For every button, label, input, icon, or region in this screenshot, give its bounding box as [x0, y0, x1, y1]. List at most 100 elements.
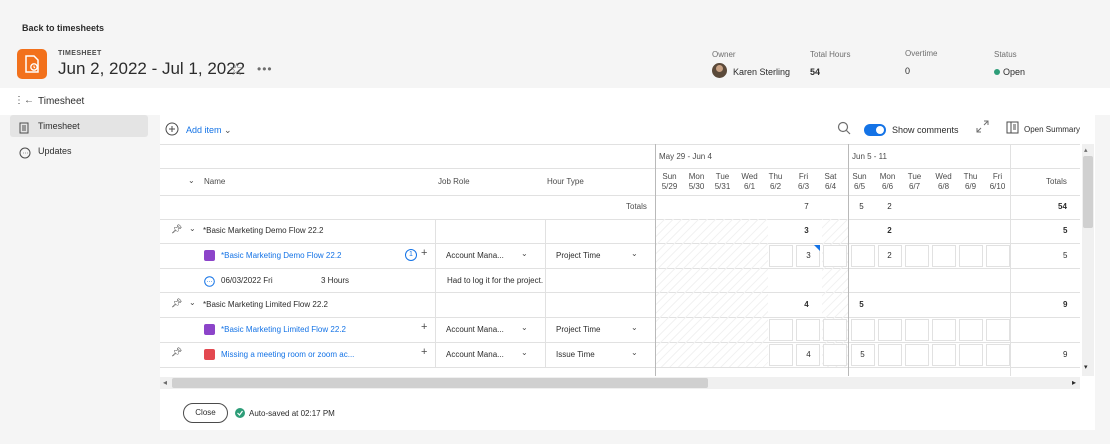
hour-input[interactable]: [932, 245, 956, 267]
comment-text: Had to log it for the project.: [447, 276, 544, 285]
day-header: Tue 5/31: [714, 172, 731, 191]
divider: [160, 195, 1080, 196]
hour-input[interactable]: [769, 344, 793, 366]
status-dot-icon: [994, 69, 1000, 75]
hour-input[interactable]: [932, 344, 956, 366]
pin-icon[interactable]: 📌︎: [171, 224, 182, 235]
overtime-label: Overtime: [905, 49, 938, 58]
grand-total: 54: [1058, 202, 1067, 211]
hour-input[interactable]: [905, 245, 929, 267]
hour-input[interactable]: [878, 319, 902, 341]
column-header-job-role[interactable]: Job Role: [438, 177, 470, 186]
hour-input[interactable]: [796, 319, 820, 341]
group-total: 5: [1063, 226, 1068, 235]
pin-icon[interactable]: 📌︎: [171, 347, 182, 358]
chevron-down-icon[interactable]: ⌄: [521, 249, 528, 258]
hour-input[interactable]: [905, 344, 929, 366]
comment-date: 06/03/2022 Fri: [221, 276, 273, 285]
chevron-down-icon[interactable]: ⌄: [631, 323, 638, 332]
more-icon[interactable]: •••: [257, 62, 273, 76]
sidebar-item-label: Updates: [38, 146, 72, 156]
day-header: Thu 6/2: [768, 172, 783, 191]
add-hours-icon[interactable]: +: [421, 321, 427, 333]
vertical-scrollbar-thumb[interactable]: [1083, 156, 1093, 228]
sidebar-item-timesheet[interactable]: Timesheet: [10, 115, 148, 137]
past-days-shading: [656, 219, 768, 367]
column-header-totals: Totals: [1046, 177, 1067, 186]
close-button[interactable]: Close: [183, 403, 228, 423]
task-link[interactable]: *Basic Marketing Limited Flow 22.2: [221, 325, 346, 334]
hour-input[interactable]: [878, 344, 902, 366]
divider: [160, 144, 1080, 145]
hour-input[interactable]: [986, 344, 1010, 366]
expand-icon[interactable]: [976, 120, 989, 138]
hour-input[interactable]: [905, 319, 929, 341]
open-summary-button[interactable]: Open Summary: [1024, 125, 1080, 134]
scroll-right-icon[interactable]: ▸: [1072, 378, 1076, 387]
status-value: Open: [1003, 67, 1026, 77]
week-header: May 29 - Jun 4: [659, 152, 712, 161]
back-to-timesheets-link[interactable]: Back to timesheets: [22, 23, 104, 33]
add-hours-icon[interactable]: +: [421, 346, 427, 358]
project-group-name: *Basic Marketing Limited Flow 22.2: [203, 300, 328, 309]
hour-input[interactable]: [986, 319, 1010, 341]
scroll-up-icon[interactable]: ▴: [1084, 146, 1088, 154]
task-link[interactable]: Missing a meeting room or zoom ac...: [221, 350, 354, 359]
hour-input[interactable]: [932, 319, 956, 341]
row-total: 9: [1063, 350, 1068, 359]
row-total: 5: [1063, 251, 1068, 260]
hour-type-select[interactable]: Issue Time: [556, 350, 595, 359]
add-item-icon[interactable]: [165, 122, 179, 141]
day-header: Sat 6/4: [824, 172, 837, 191]
total-cell: 7: [804, 202, 809, 211]
chevron-down-icon: ⌄: [224, 125, 232, 135]
job-role-select[interactable]: Account Mana...: [446, 325, 504, 334]
job-role-select[interactable]: Account Mana...: [446, 251, 504, 260]
hour-input[interactable]: [851, 319, 875, 341]
chevron-down-icon[interactable]: ⌄: [631, 249, 638, 258]
sidebar-item-updates[interactable]: Updates: [10, 140, 148, 162]
hour-input[interactable]: [959, 319, 983, 341]
hour-type-select[interactable]: Project Time: [556, 325, 600, 334]
divider: [160, 219, 1080, 220]
page-header: Back to timesheets TIMESHEET Jun 2, 2022…: [0, 0, 1110, 88]
chevron-down-icon[interactable]: ⌄: [521, 323, 528, 332]
chevron-down-icon[interactable]: ⌄: [188, 176, 195, 185]
hour-type-select[interactable]: Project Time: [556, 251, 600, 260]
collapse-sidebar-icon[interactable]: ⋮←: [14, 95, 34, 106]
scroll-down-icon[interactable]: ▾: [1084, 363, 1088, 371]
show-comments-toggle[interactable]: [864, 124, 886, 136]
hour-input[interactable]: [769, 319, 793, 341]
search-icon[interactable]: [837, 121, 851, 140]
hour-input[interactable]: [959, 245, 983, 267]
divider: [160, 342, 1080, 343]
scroll-left-icon[interactable]: ◂: [163, 378, 167, 387]
comment-icon: [19, 145, 31, 167]
group-day-total: 5: [859, 300, 864, 309]
add-hours-icon[interactable]: +: [421, 247, 427, 259]
pin-icon[interactable]: 📌︎: [171, 298, 182, 309]
star-icon[interactable]: ☆: [229, 60, 244, 80]
chevron-down-icon[interactable]: ⌄: [189, 224, 196, 233]
task-link[interactable]: *Basic Marketing Demo Flow 22.2: [221, 251, 342, 260]
day-header: Fri 6/3: [797, 172, 810, 191]
hour-input[interactable]: [823, 245, 847, 267]
column-header-hour-type[interactable]: Hour Type: [547, 177, 584, 186]
horizontal-scrollbar-thumb[interactable]: [172, 378, 708, 388]
hour-input[interactable]: [823, 344, 847, 366]
summary-icon[interactable]: [1006, 121, 1019, 139]
hour-input[interactable]: [769, 245, 793, 267]
hour-input[interactable]: [823, 319, 847, 341]
project-group-name: *Basic Marketing Demo Flow 22.2: [203, 226, 324, 235]
chevron-down-icon[interactable]: ⌄: [189, 298, 196, 307]
hour-input[interactable]: [851, 245, 875, 267]
column-header-name[interactable]: Name: [204, 177, 225, 186]
chevron-down-icon[interactable]: ⌄: [631, 348, 638, 357]
subheader: [0, 88, 1110, 115]
chevron-down-icon[interactable]: ⌄: [521, 348, 528, 357]
hour-input[interactable]: [986, 245, 1010, 267]
comment-count-badge[interactable]: 1: [405, 249, 417, 261]
hour-input[interactable]: [959, 344, 983, 366]
job-role-select[interactable]: Account Mana...: [446, 350, 504, 359]
add-item-button[interactable]: Add item ⌄: [186, 125, 232, 136]
